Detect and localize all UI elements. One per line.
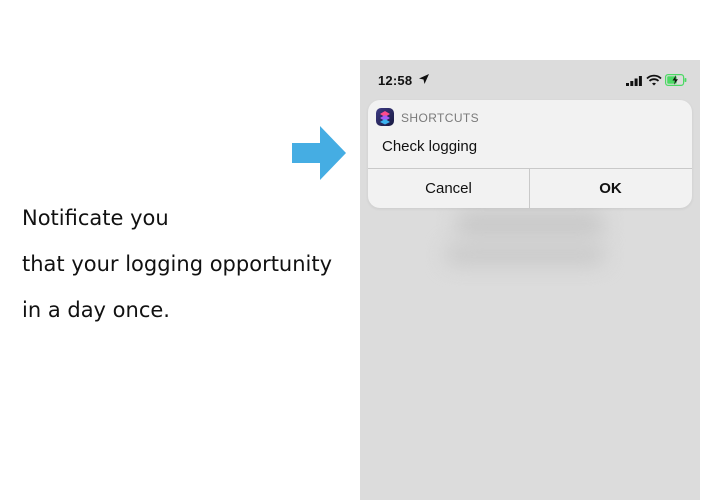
pointer-arrow-icon (292, 126, 346, 180)
notification-message: Check logging (382, 138, 478, 155)
ok-button[interactable]: OK (530, 169, 691, 208)
blurred-background (445, 245, 605, 265)
cellular-signal-icon (626, 76, 642, 86)
wifi-icon (646, 74, 662, 86)
caption-line-1: Notificate you (22, 206, 169, 230)
battery-charging-icon (665, 74, 687, 86)
notification-banner[interactable]: SHORTCUTS Check logging Cancel OK (368, 100, 692, 208)
status-bar: 12:58 (360, 60, 700, 100)
shortcuts-app-icon (376, 108, 394, 126)
phone-screen: 12:58 SHORTCUTS Check logging Cancel OK (360, 60, 700, 500)
location-arrow-icon (419, 74, 429, 84)
caption-text: Notificate you that your logging opportu… (22, 195, 352, 333)
caption-line-2: that your logging opportunity (22, 252, 333, 276)
cancel-button[interactable]: Cancel (368, 169, 529, 208)
blurred-background (455, 210, 605, 238)
notification-app-name: SHORTCUTS (401, 111, 480, 125)
status-time: 12:58 (378, 73, 413, 88)
caption-line-3: in a day once. (22, 298, 170, 322)
